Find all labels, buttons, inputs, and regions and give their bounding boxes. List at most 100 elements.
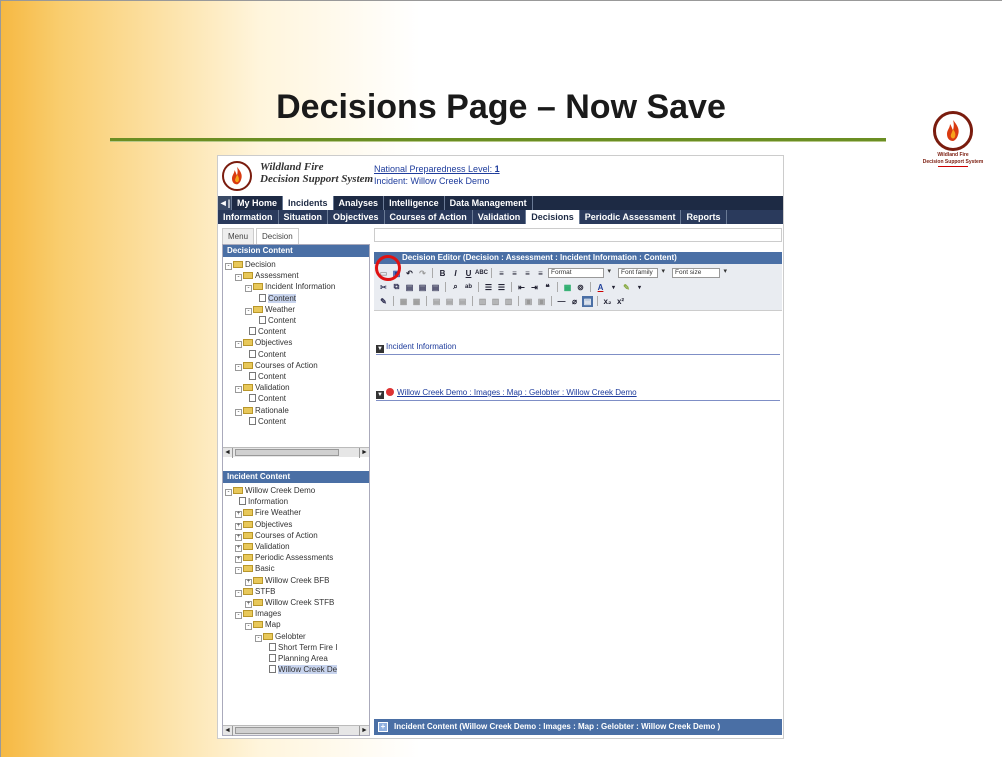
copy-icon[interactable]: ⧉ — [391, 282, 402, 293]
incident-tree-scrollbar[interactable]: ◄ ► — [223, 725, 369, 736]
tree-item[interactable]: Information — [225, 496, 367, 507]
preparedness-level-link[interactable]: National Preparedness Level: 1 — [374, 164, 500, 174]
delete-col-icon[interactable]: ▥ — [503, 296, 514, 307]
italic-icon[interactable]: I — [450, 268, 461, 279]
tree-item[interactable]: - Assessment — [225, 270, 367, 282]
tree-item[interactable]: + Willow Creek STFB — [225, 597, 367, 609]
collapse-toggle-icon[interactable]: ▼ — [376, 345, 384, 353]
align-center-icon[interactable]: ≡ — [509, 268, 520, 279]
cut-icon[interactable]: ✂ — [378, 282, 389, 293]
incident-content-bar[interactable]: + Incident Content (Willow Creek Demo : … — [374, 719, 782, 735]
scroll-right-arrow-icon[interactable]: ► — [359, 448, 369, 458]
scroll-left-arrow-icon[interactable]: ◄ — [223, 448, 233, 458]
image-icon[interactable]: ▦ — [562, 282, 573, 293]
tree-item[interactable]: + Objectives — [225, 519, 367, 530]
tree-item[interactable]: Content — [225, 315, 367, 326]
embedded-map-link[interactable]: ▼ Willow Creek Demo : Images : Map : Gelo… — [376, 388, 637, 399]
scroll-thumb[interactable] — [235, 449, 339, 456]
align-right-icon[interactable]: ≡ — [522, 268, 533, 279]
numbered-list-icon[interactable]: ☰ — [496, 282, 507, 293]
undo-icon[interactable]: ↶ — [404, 268, 415, 279]
font-family-select[interactable]: Font family — [618, 268, 665, 278]
tab-my-home[interactable]: My Home — [232, 196, 284, 210]
tree-item[interactable]: - Courses of Action — [225, 360, 367, 371]
col-before-icon[interactable]: ▥ — [477, 296, 488, 307]
paste-word-icon[interactable]: ▤ — [430, 282, 441, 293]
tree-item[interactable]: - Map — [225, 619, 367, 631]
tree-item[interactable]: + Periodic Assessments — [225, 552, 367, 564]
tree-item[interactable]: Short Term Fire I — [225, 642, 367, 653]
table-props-icon[interactable]: ▦ — [411, 296, 422, 307]
scroll-thumb[interactable] — [235, 727, 339, 734]
tab-intelligence[interactable]: Intelligence — [384, 196, 445, 210]
tab-data-management[interactable]: Data Management — [445, 196, 533, 210]
tab-decision[interactable]: Decision — [256, 228, 299, 244]
dropdown-arrow-icon[interactable]: ▾ — [634, 282, 645, 293]
tree-item[interactable]: Content — [225, 371, 367, 382]
tree-item[interactable]: Content — [225, 416, 367, 427]
align-left-icon[interactable]: ≡ — [496, 268, 507, 279]
replace-icon[interactable]: ab — [463, 282, 474, 293]
redo-icon[interactable]: ↷ — [417, 268, 428, 279]
tree-item[interactable]: - Gelobter — [225, 631, 367, 642]
tree-item-selected[interactable]: Content — [225, 293, 367, 304]
tree-item[interactable]: - Decision — [225, 259, 367, 270]
subtab-situation[interactable]: Situation — [279, 210, 328, 224]
tree-item[interactable]: + Willow Creek BFB — [225, 575, 367, 586]
dropdown-arrow-icon[interactable]: ▾ — [608, 282, 619, 293]
tree-item-selected[interactable]: Willow Creek De — [225, 664, 367, 675]
tree-item[interactable]: Planning Area — [225, 653, 367, 664]
subtab-validation[interactable]: Validation — [473, 210, 527, 224]
merge-cells-icon[interactable]: ▣ — [536, 296, 547, 307]
strikethrough-icon[interactable]: ABC — [475, 268, 488, 279]
underline-icon[interactable]: U — [463, 268, 474, 279]
tree-item[interactable]: Content — [225, 326, 367, 337]
tree-item[interactable]: - Weather — [225, 304, 367, 315]
font-size-select[interactable]: Font size — [672, 268, 727, 278]
collapse-toggle-icon[interactable]: ▼ — [376, 391, 384, 399]
highlight-color-icon[interactable]: ✎ — [621, 282, 632, 293]
superscript-icon[interactable]: x² — [615, 296, 626, 307]
tree-item[interactable]: - Objectives — [225, 337, 367, 349]
horizontal-rule-icon[interactable]: — — [556, 296, 567, 307]
tab-incidents[interactable]: Incidents — [283, 196, 334, 210]
paste-icon[interactable]: ▤ — [404, 282, 415, 293]
align-justify-icon[interactable]: ≡ — [535, 268, 546, 279]
subtab-information[interactable]: Information — [218, 210, 279, 224]
format-select[interactable]: Format — [548, 268, 611, 278]
tree-item[interactable]: - Willow Creek Demo — [225, 485, 367, 496]
indent-icon[interactable]: ⇥ — [529, 282, 540, 293]
find-icon[interactable]: ⌕ — [450, 282, 461, 293]
collapse-nav-button[interactable]: ◄| — [218, 196, 232, 210]
text-color-icon[interactable]: A — [595, 282, 606, 293]
delete-row-icon[interactable]: ▤ — [457, 296, 468, 307]
tree-item[interactable]: - STFB — [225, 586, 367, 597]
tree-item[interactable]: + Validation — [225, 541, 367, 553]
subtab-periodic-assessment[interactable]: Periodic Assessment — [580, 210, 682, 224]
tree-item[interactable]: - Validation — [225, 382, 367, 394]
row-before-icon[interactable]: ▤ — [431, 296, 442, 307]
scroll-right-arrow-icon[interactable]: ► — [359, 726, 369, 736]
tree-item[interactable]: - Basic — [225, 563, 367, 575]
tree-item[interactable]: Content — [225, 349, 367, 360]
tree-item[interactable]: + Fire Weather — [225, 507, 367, 519]
link-icon[interactable]: ⊚ — [575, 282, 586, 293]
scroll-left-arrow-icon[interactable]: ◄ — [223, 726, 233, 736]
tree-item[interactable]: - Incident Information — [225, 281, 367, 293]
expand-icon[interactable]: + — [378, 722, 388, 732]
tree-item[interactable]: - Images — [225, 608, 367, 620]
outdent-icon[interactable]: ⇤ — [516, 282, 527, 293]
remove-item-icon[interactable] — [386, 388, 394, 396]
subtab-courses-of-action[interactable]: Courses of Action — [385, 210, 473, 224]
tab-menu[interactable]: Menu — [222, 228, 255, 244]
bullet-list-icon[interactable]: ☰ — [483, 282, 494, 293]
tree-item[interactable]: Content — [225, 393, 367, 404]
split-cells-icon[interactable]: ▣ — [523, 296, 534, 307]
row-after-icon[interactable]: ▤ — [444, 296, 455, 307]
remove-format-icon[interactable]: ⌀ — [569, 296, 580, 307]
edit-icon[interactable]: ✎ — [378, 296, 389, 307]
subtab-reports[interactable]: Reports — [681, 210, 727, 224]
table-icon[interactable]: ▦ — [398, 296, 409, 307]
subscript-icon[interactable]: x₂ — [602, 296, 613, 307]
paste-text-icon[interactable]: ▤ — [417, 282, 428, 293]
